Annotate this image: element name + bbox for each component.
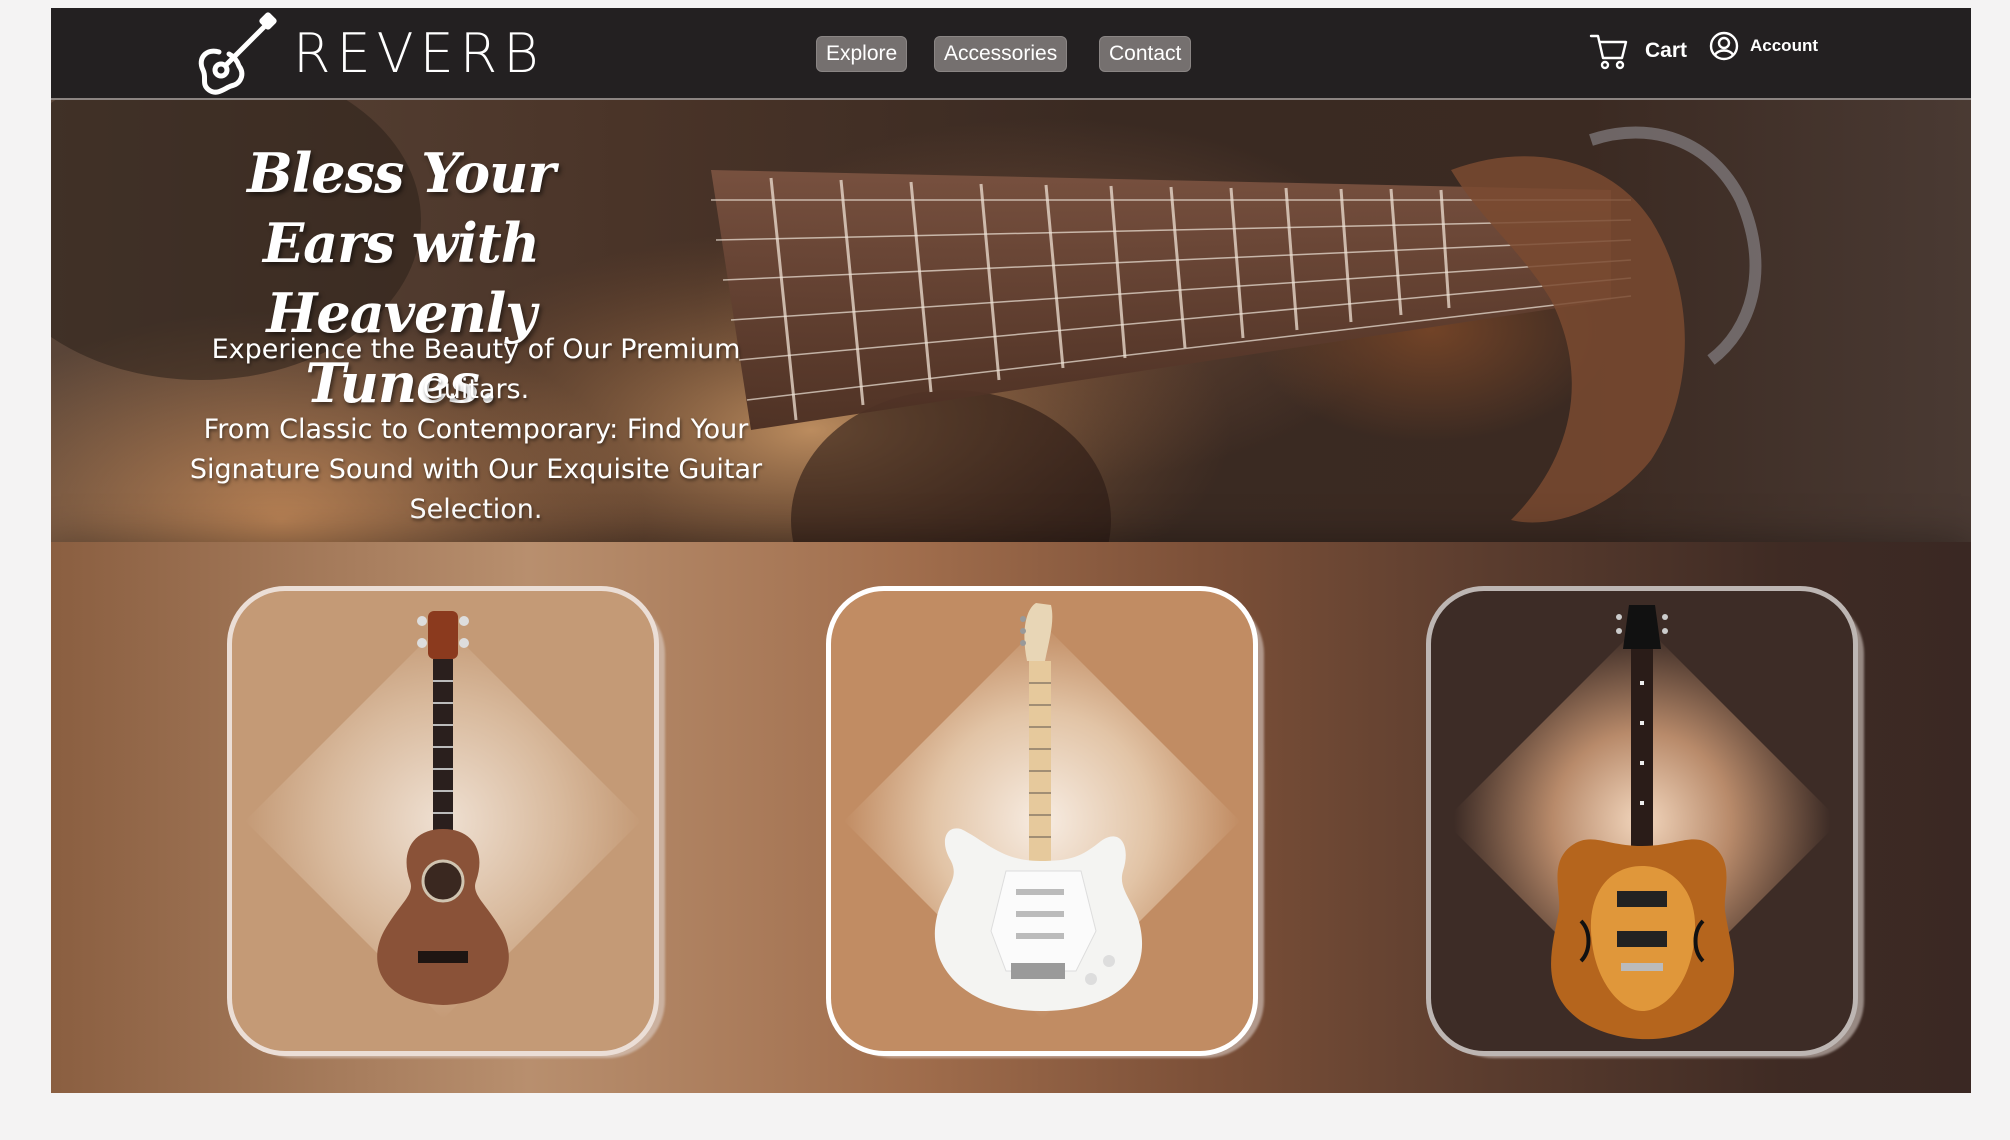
shopping-cart-icon [1589,34,1628,70]
nav-explore-button[interactable]: Explore [816,36,908,72]
brand-logo[interactable]: REVERB [189,8,545,98]
nav-contact-button[interactable]: Contact [1099,36,1192,72]
hero-subtitle-line-2: Guitars. [422,374,530,405]
product-card-hollow-body-guitar[interactable] [1426,586,1858,1056]
hero-subtitle-line-5: Selection. [409,494,543,525]
electric-guitar-icon [934,603,1143,1011]
ukulele-icon [377,611,509,1005]
cart-label: Cart [1645,39,1688,62]
user-circle-icon [1709,31,1739,61]
product-card-ukulele[interactable] [227,586,659,1056]
hero-banner: Bless Your Ears with Heavenly Tunes. Exp… [51,100,1971,542]
hero-subtitle-line-3: From Classic to Contemporary: Find Your [203,414,749,445]
hero-subtitle-line-1: Experience the Beauty of Our Premium [211,334,741,365]
brand-name: REVERB [293,21,545,85]
product-card-electric-guitar[interactable] [826,586,1258,1056]
nav-accessories-button[interactable]: Accessories [934,36,1068,72]
hero-title-line-1: Bless Your Ears with [247,141,556,275]
account-link[interactable]: Account [1708,30,1818,62]
hero-subtitle: Experience the Beauty of Our Premium Gui… [176,330,776,530]
guitar-icon [198,12,277,95]
product-showcase [51,542,1971,1093]
top-navbar: REVERB Explore Accessories Contact Cart [51,8,1971,100]
page-frame: REVERB Explore Accessories Contact Cart [51,8,1971,1093]
cart-link[interactable]: Cart [1589,30,1687,72]
hero-subtitle-line-4: Signature Sound with Our Exquisite Guita… [189,454,763,485]
hollow-body-guitar-icon [1551,605,1735,1040]
account-label: Account [1750,36,1818,55]
